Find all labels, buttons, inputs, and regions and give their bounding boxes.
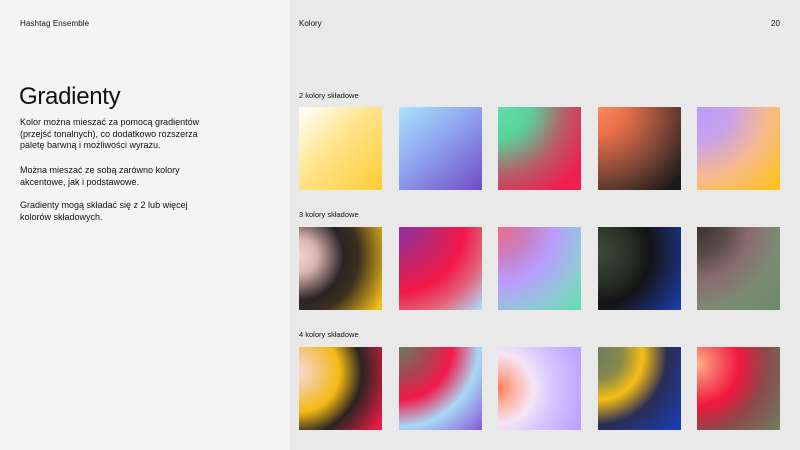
gradient-swatch <box>498 227 581 310</box>
section-name: Kolory <box>299 19 322 28</box>
gradient-row-2-colors <box>299 107 780 190</box>
intro-paragraph: Gradienty mogą składać się z 2 lub więce… <box>20 200 188 222</box>
gradient-row-4-colors <box>299 347 780 430</box>
gradient-swatch <box>399 107 482 190</box>
gradient-swatch <box>697 107 780 190</box>
gradient-swatch <box>598 347 681 430</box>
group-label-4-colors: 4 kolory składowe <box>299 330 359 339</box>
gradient-swatch <box>299 107 382 190</box>
gradient-swatch <box>399 347 482 430</box>
gradient-swatch <box>598 227 681 310</box>
gradient-swatch <box>498 107 581 190</box>
group-label-2-colors: 2 kolory składowe <box>299 91 359 100</box>
gradient-swatch <box>598 107 681 190</box>
gradient-swatch <box>697 347 780 430</box>
page-title: Gradienty <box>19 83 121 110</box>
gradient-swatch <box>299 347 382 430</box>
intro-paragraph: Można mieszać ze sobą zarówno kolory akc… <box>20 165 180 187</box>
gradient-swatch <box>697 227 780 310</box>
gradient-swatch <box>399 227 482 310</box>
page-number: 20 <box>771 19 780 28</box>
left-panel: Hashtag Ensemble Gradienty Kolor można m… <box>0 0 290 450</box>
gradient-row-3-colors <box>299 227 780 310</box>
brand-name: Hashtag Ensemble <box>20 19 90 28</box>
gradient-swatch <box>299 227 382 310</box>
group-label-3-colors: 3 kolory składowe <box>299 210 359 219</box>
intro-paragraph: Kolor można mieszać za pomocą gradientów… <box>20 117 200 150</box>
gradient-swatch <box>498 347 581 430</box>
